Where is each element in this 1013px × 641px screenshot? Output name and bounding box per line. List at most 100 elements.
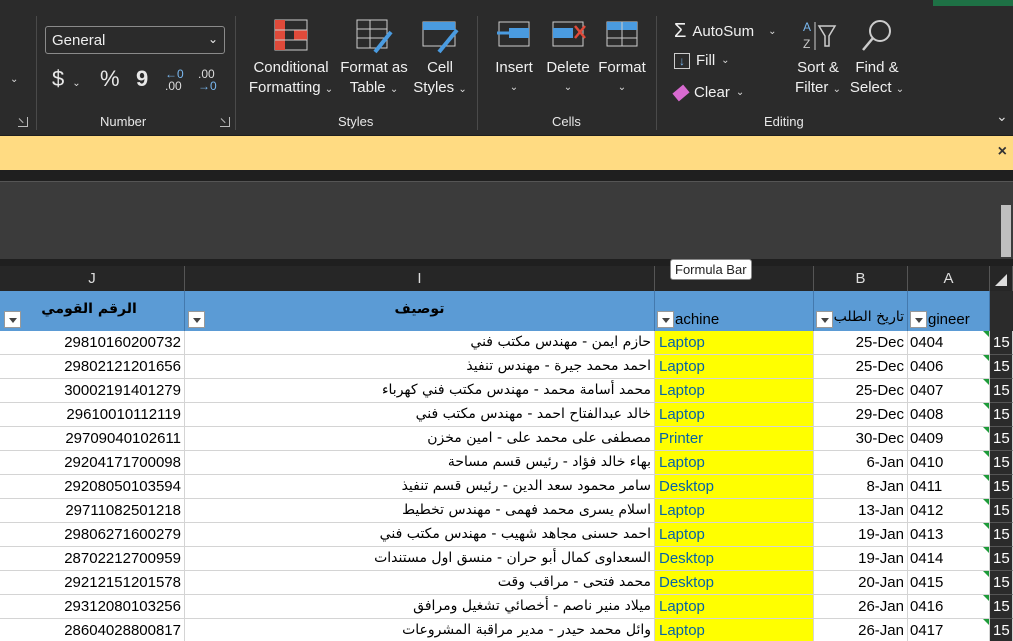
request-date-cell[interactable]: 25-Dec: [814, 379, 908, 403]
engineer-code-cell[interactable]: 0417: [908, 619, 990, 641]
description-cell[interactable]: مصطفى على محمد على - امين مخزن: [185, 427, 655, 451]
row-number[interactable]: 15: [990, 427, 1013, 451]
machine-cell[interactable]: Laptop: [655, 523, 814, 547]
column-header-b[interactable]: B: [814, 266, 908, 291]
machine-cell[interactable]: Desktop: [655, 547, 814, 571]
machine-cell[interactable]: Laptop: [655, 451, 814, 475]
column-header-j[interactable]: J: [0, 266, 185, 291]
row-number[interactable]: [990, 291, 1013, 331]
filter-dropdown-icon[interactable]: [657, 311, 674, 328]
filter-dropdown-icon[interactable]: [910, 311, 927, 328]
number-format-select[interactable]: General ⌄: [45, 26, 225, 54]
national-id-cell[interactable]: 29610010112119: [0, 403, 185, 427]
row-number[interactable]: 15: [990, 619, 1013, 641]
request-date-cell[interactable]: 26-Jan: [814, 595, 908, 619]
machine-cell[interactable]: Laptop: [655, 379, 814, 403]
delete-button[interactable]: Delete ⌄: [544, 18, 592, 98]
engineer-code-cell[interactable]: 0415: [908, 571, 990, 595]
request-date-cell[interactable]: 13-Jan: [814, 499, 908, 523]
description-cell[interactable]: حازم ايمن - مهندس مكتب فني: [185, 331, 655, 355]
description-cell[interactable]: السعداوى كمال أبو حران - منسق اول مستندا…: [185, 547, 655, 571]
machine-cell[interactable]: Printer: [655, 427, 814, 451]
machine-cell[interactable]: Laptop: [655, 331, 814, 355]
description-cell[interactable]: سامر محمود سعد الدين - رئيس قسم تنفيذ: [185, 475, 655, 499]
close-icon[interactable]: ×: [998, 143, 1007, 161]
machine-cell[interactable]: Laptop: [655, 355, 814, 379]
row-number[interactable]: 15: [990, 571, 1013, 595]
engineer-code-cell[interactable]: 0408: [908, 403, 990, 427]
conditional-formatting-button[interactable]: Conditional Formatting ⌄: [248, 18, 334, 100]
machine-cell[interactable]: Laptop: [655, 595, 814, 619]
percent-button[interactable]: %: [100, 66, 120, 92]
description-cell[interactable]: وائل محمد حيدر - مدير مراقبة المشروعات: [185, 619, 655, 641]
description-cell[interactable]: محمد أسامة محمد - مهندس مكتب فني كهرباء: [185, 379, 655, 403]
request-date-cell[interactable]: 19-Jan: [814, 547, 908, 571]
request-date-cell[interactable]: 19-Jan: [814, 523, 908, 547]
fill-button[interactable]: ↓ Fill ⌄: [674, 52, 730, 69]
request-date-cell[interactable]: 8-Jan: [814, 475, 908, 499]
request-date-cell[interactable]: 20-Jan: [814, 571, 908, 595]
increase-decimal-button[interactable]: ←0.00: [165, 68, 184, 92]
request-date-cell[interactable]: 29-Dec: [814, 403, 908, 427]
row-number[interactable]: 15: [990, 499, 1013, 523]
insert-button[interactable]: Insert ⌄: [490, 18, 538, 98]
machine-cell[interactable]: Laptop: [655, 619, 814, 641]
description-cell[interactable]: اسلام يسرى محمد فهمى - مهندس تخطيط: [185, 499, 655, 523]
chevron-down-icon[interactable]: ⌄: [10, 74, 18, 85]
sort-filter-button[interactable]: AZ Sort & Filter ⌄: [792, 18, 844, 100]
filter-dropdown-icon[interactable]: [4, 311, 21, 328]
request-date-cell[interactable]: 25-Dec: [814, 331, 908, 355]
description-cell[interactable]: ميلاد منير ناصم - أخصائي تشغيل ومرافق: [185, 595, 655, 619]
national-id-cell[interactable]: 29204171700098: [0, 451, 185, 475]
cell-styles-button[interactable]: Cell Styles ⌄: [412, 18, 468, 100]
national-id-cell[interactable]: 29802121201656: [0, 355, 185, 379]
row-number[interactable]: 15: [990, 355, 1013, 379]
national-id-cell[interactable]: 29709040102611: [0, 427, 185, 451]
request-date-cell[interactable]: 30-Dec: [814, 427, 908, 451]
national-id-cell[interactable]: 29806271600279: [0, 523, 185, 547]
engineer-code-cell[interactable]: 0410: [908, 451, 990, 475]
row-number[interactable]: 15: [990, 595, 1013, 619]
machine-cell[interactable]: Laptop: [655, 403, 814, 427]
number-launcher-icon[interactable]: [220, 117, 230, 127]
column-header-a[interactable]: A: [908, 266, 990, 291]
comma-style-button[interactable]: 9: [136, 66, 148, 92]
national-id-cell[interactable]: 29711082501218: [0, 499, 185, 523]
row-number[interactable]: 15: [990, 475, 1013, 499]
request-date-cell[interactable]: 6-Jan: [814, 451, 908, 475]
engineer-code-cell[interactable]: 0404: [908, 331, 990, 355]
engineer-code-cell[interactable]: 0412: [908, 499, 990, 523]
national-id-cell[interactable]: 30002191401279: [0, 379, 185, 403]
description-cell[interactable]: خالد عبدالفتاح احمد - مهندس مكتب فني: [185, 403, 655, 427]
machine-cell[interactable]: Desktop: [655, 475, 814, 499]
description-cell[interactable]: بهاء خالد فؤاد - رئيس قسم مساحة: [185, 451, 655, 475]
row-number[interactable]: 15: [990, 547, 1013, 571]
engineer-code-cell[interactable]: 0407: [908, 379, 990, 403]
formula-bar-area[interactable]: [0, 181, 1013, 259]
national-id-cell[interactable]: 29208050103594: [0, 475, 185, 499]
machine-cell[interactable]: Laptop: [655, 499, 814, 523]
description-cell[interactable]: احمد محمد جيرة - مهندس تنفيذ: [185, 355, 655, 379]
filter-dropdown-icon[interactable]: [816, 311, 833, 328]
machine-cell[interactable]: Desktop: [655, 571, 814, 595]
collapse-ribbon-icon[interactable]: ⌄: [996, 108, 1008, 125]
engineer-code-cell[interactable]: 0409: [908, 427, 990, 451]
find-select-button[interactable]: Find & Select ⌄: [848, 18, 906, 100]
request-date-cell[interactable]: 25-Dec: [814, 355, 908, 379]
row-number[interactable]: 15: [990, 379, 1013, 403]
description-cell[interactable]: احمد حسنى مجاهد شهيب - مهندس مكتب فني: [185, 523, 655, 547]
clear-button[interactable]: Clear ⌄: [672, 84, 744, 101]
format-as-table-button[interactable]: Format as Table ⌄: [338, 18, 410, 100]
national-id-cell[interactable]: 29312080103256: [0, 595, 185, 619]
description-cell[interactable]: محمد فتحى - مراقب وقت: [185, 571, 655, 595]
scrollbar-thumb[interactable]: [1001, 205, 1011, 257]
engineer-code-cell[interactable]: 0416: [908, 595, 990, 619]
row-number[interactable]: 15: [990, 403, 1013, 427]
national-id-cell[interactable]: 29212151201578: [0, 571, 185, 595]
request-date-cell[interactable]: 26-Jan: [814, 619, 908, 641]
alignment-launcher-icon[interactable]: [18, 117, 28, 127]
national-id-cell[interactable]: 28702212700959: [0, 547, 185, 571]
format-button[interactable]: Format ⌄: [598, 18, 646, 98]
engineer-code-cell[interactable]: 0411: [908, 475, 990, 499]
decrease-decimal-button[interactable]: .00 →0: [198, 68, 217, 92]
